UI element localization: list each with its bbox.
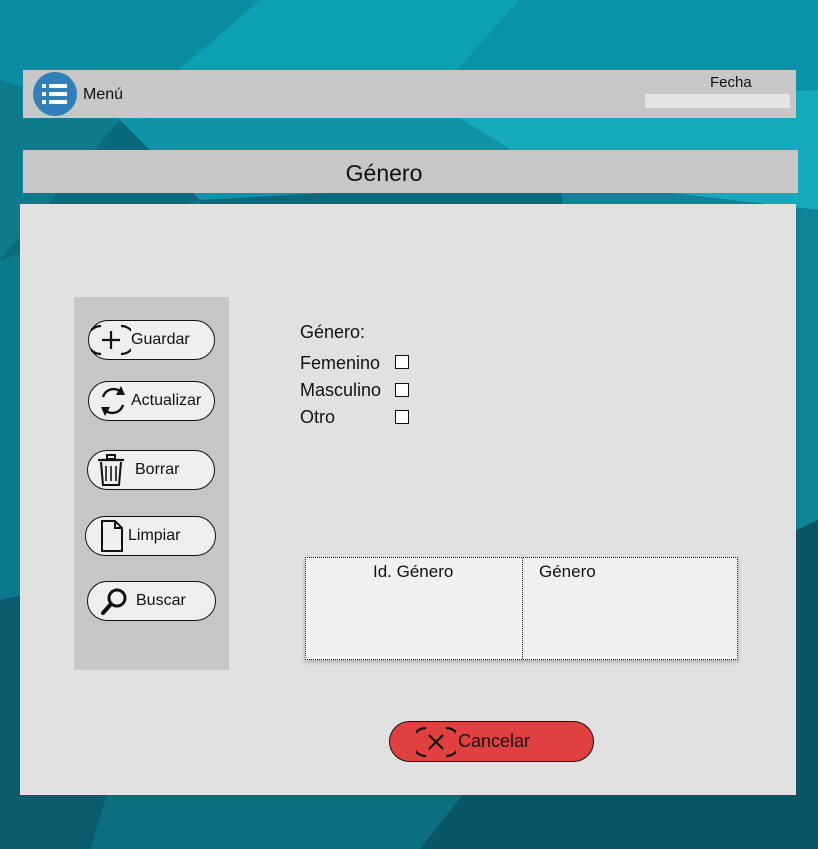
plus-circle-icon: [91, 324, 131, 356]
column-divider: [522, 558, 523, 659]
date-label: Fecha: [710, 74, 752, 91]
limpiar-label: Limpiar: [128, 527, 181, 544]
gender-group-label: Género:: [300, 322, 366, 342]
menu-label[interactable]: Menú: [83, 86, 123, 104]
borrar-button[interactable]: Borrar: [87, 450, 215, 490]
option-femenino-label: Femenino: [300, 353, 381, 373]
borrar-label: Borrar: [135, 461, 180, 478]
top-bar: Menú Fecha: [23, 70, 796, 118]
guardar-button[interactable]: Guardar: [88, 320, 215, 360]
date-field[interactable]: [645, 94, 790, 108]
page-title: Género: [345, 160, 423, 186]
limpiar-button[interactable]: Limpiar: [85, 516, 216, 556]
guardar-label: Guardar: [131, 331, 190, 348]
genero-table[interactable]: Id. Género Género: [305, 557, 738, 660]
document-icon: [101, 520, 123, 552]
buscar-button[interactable]: Buscar: [87, 581, 216, 621]
trash-icon: [98, 454, 124, 486]
column-header-genero: Género: [539, 562, 596, 581]
femenino-checkbox[interactable]: [395, 355, 409, 369]
option-masculino-label: Masculino: [300, 380, 382, 400]
actualizar-label: Actualizar: [131, 392, 202, 409]
action-sidebar: Guardar Actualizar Borrar Limpiar Buscar: [74, 297, 229, 670]
menu-icon[interactable]: [33, 72, 77, 116]
otro-checkbox[interactable]: [395, 410, 409, 424]
masculino-checkbox[interactable]: [395, 383, 409, 397]
cancel-button[interactable]: Cancelar: [389, 721, 594, 762]
close-circle-icon: [416, 726, 456, 757]
column-header-id: Id. Género: [373, 562, 454, 581]
title-bar: Género: [23, 150, 798, 193]
main-panel: Guardar Actualizar Borrar Limpiar Buscar…: [20, 204, 796, 795]
search-icon: [101, 588, 127, 615]
actualizar-button[interactable]: Actualizar: [88, 381, 215, 421]
refresh-icon: [101, 386, 125, 416]
option-otro-label: Otro: [300, 407, 336, 427]
cancel-label: Cancelar: [458, 731, 531, 751]
buscar-label: Buscar: [136, 592, 186, 609]
